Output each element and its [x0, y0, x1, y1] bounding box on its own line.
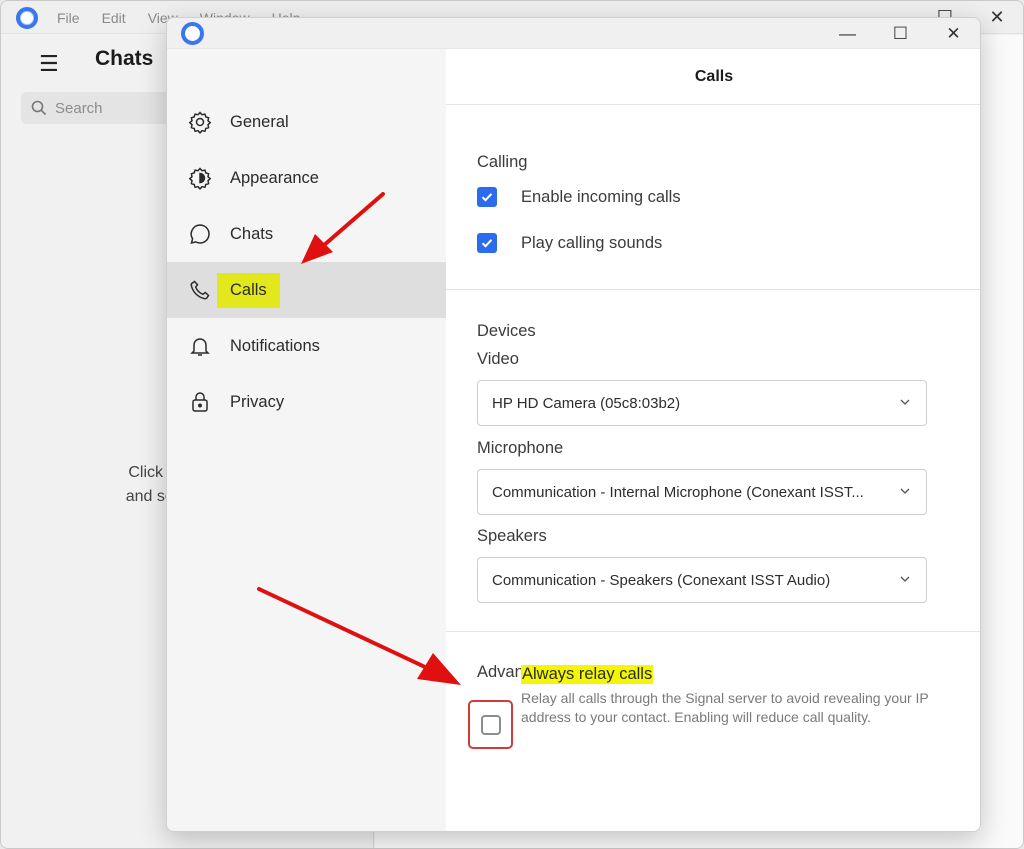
settings-close-button[interactable]: ✕: [927, 18, 980, 49]
checkmark-icon: [481, 193, 493, 202]
sidebar-label-general: General: [230, 112, 289, 131]
phone-icon: [188, 278, 212, 302]
enable-incoming-calls-label: Enable incoming calls: [521, 187, 681, 206]
checkmark-icon: [481, 239, 493, 248]
devices-section-title: Devices: [477, 322, 536, 340]
search-placeholder: Search: [55, 99, 103, 117]
settings-minimize-button[interactable]: —: [821, 18, 874, 49]
settings-dialog: — ☐ ✕ General Appearance Chats Calls Not…: [166, 17, 981, 832]
microphone-device-select[interactable]: Communication - Internal Microphone (Con…: [477, 469, 927, 515]
settings-titlebar: — ☐ ✕: [167, 18, 980, 49]
chats-title: Chats: [95, 47, 154, 70]
signal-logo-icon: [16, 7, 38, 29]
section-divider: [446, 631, 980, 632]
sidebar-item-privacy[interactable]: Privacy: [167, 374, 446, 430]
video-label: Video: [477, 350, 519, 368]
microphone-device-value: Communication - Internal Microphone (Con…: [492, 483, 864, 501]
hamburger-menu-icon[interactable]: ☰: [39, 51, 59, 77]
sidebar-item-general[interactable]: General: [167, 94, 446, 150]
menu-edit[interactable]: Edit: [102, 10, 126, 26]
enable-incoming-calls-checkbox[interactable]: Enable incoming calls: [477, 187, 681, 207]
signal-logo-icon: [181, 22, 204, 45]
sidebar-label-notifications: Notifications: [230, 336, 320, 355]
sidebar-label-privacy: Privacy: [230, 392, 285, 411]
section-divider: [446, 289, 980, 290]
play-calling-sounds-label: Play calling sounds: [521, 233, 663, 252]
lock-icon: [188, 390, 212, 414]
checkbox-checked[interactable]: [477, 233, 497, 253]
video-device-value: HP HD Camera (05c8:03b2): [492, 394, 681, 412]
settings-sidebar: General Appearance Chats Calls Notificat…: [167, 49, 446, 831]
sidebar-item-chats[interactable]: Chats: [167, 206, 446, 262]
gear-icon: [188, 110, 212, 134]
chevron-down-icon: [900, 488, 910, 494]
checkbox-unchecked[interactable]: [480, 714, 501, 735]
chevron-down-icon: [900, 576, 910, 582]
menu-file[interactable]: File: [57, 10, 80, 26]
sidebar-label-appearance: Appearance: [230, 168, 319, 187]
always-relay-calls-label: Always relay calls: [521, 665, 654, 684]
sidebar-item-calls[interactable]: Calls: [167, 262, 446, 318]
sidebar-label-chats: Chats: [230, 224, 274, 243]
settings-content: Calls Calling Enable incoming calls Play…: [446, 49, 980, 831]
sidebar-item-notifications[interactable]: Notifications: [167, 318, 446, 374]
appearance-icon: [188, 166, 212, 190]
video-device-select[interactable]: HP HD Camera (05c8:03b2): [477, 380, 927, 426]
speakers-device-select[interactable]: Communication - Speakers (Conexant ISST …: [477, 557, 927, 603]
sidebar-label-calls: Calls: [217, 272, 280, 308]
bell-icon: [188, 334, 212, 358]
play-calling-sounds-checkbox[interactable]: Play calling sounds: [477, 233, 662, 253]
speakers-label: Speakers: [477, 527, 547, 545]
always-relay-calls-checkbox[interactable]: [468, 700, 513, 749]
always-relay-calls-description: Relay all calls through the Signal serve…: [521, 690, 929, 725]
sidebar-item-appearance[interactable]: Appearance: [167, 150, 446, 206]
search-icon: [31, 100, 47, 116]
checkbox-checked[interactable]: [477, 187, 497, 207]
page-title: Calls: [446, 49, 980, 105]
chat-bubble-icon: [188, 222, 212, 246]
speakers-device-value: Communication - Speakers (Conexant ISST …: [492, 571, 831, 589]
calling-section-title: Calling: [477, 153, 528, 171]
microphone-label: Microphone: [477, 439, 564, 457]
chevron-down-icon: [900, 399, 910, 405]
settings-maximize-button[interactable]: ☐: [874, 18, 927, 49]
